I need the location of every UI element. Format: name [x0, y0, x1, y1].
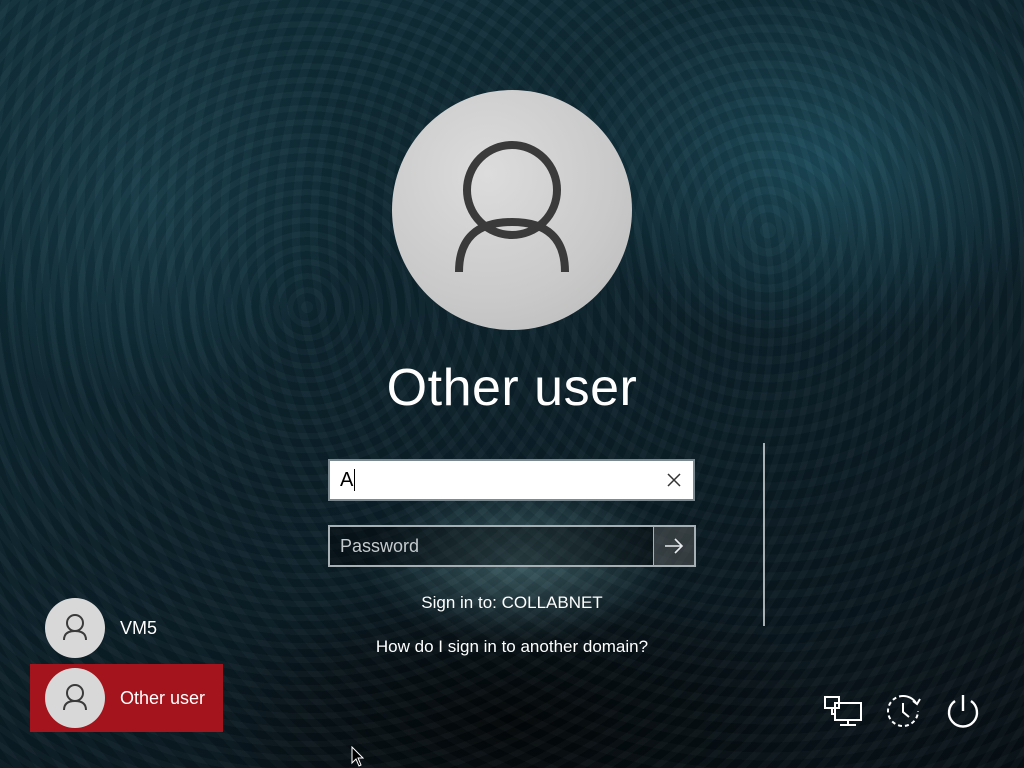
user-avatar-small — [45, 598, 105, 658]
username-field[interactable]: A — [328, 459, 695, 501]
user-silhouette-icon — [63, 684, 87, 711]
network-icon — [824, 696, 862, 726]
user-avatar-large — [392, 90, 632, 330]
lock-screen: Other user A Password Sign in to: COLLAB… — [0, 0, 1024, 768]
arrow-right-icon — [665, 538, 684, 554]
user-silhouette-icon — [455, 141, 569, 273]
password-placeholder[interactable]: Password — [330, 536, 653, 557]
ease-of-access-button[interactable] — [882, 690, 924, 732]
divider — [763, 443, 765, 626]
password-field[interactable]: Password — [328, 525, 696, 567]
power-icon — [947, 695, 979, 728]
text-caret — [354, 469, 356, 492]
user-tile-other-user[interactable]: Other user — [30, 664, 223, 732]
network-button[interactable] — [822, 690, 864, 732]
user-avatar-small — [45, 668, 105, 728]
close-icon — [667, 473, 681, 487]
submit-button[interactable] — [653, 527, 694, 565]
mouse-cursor — [351, 745, 365, 768]
power-button[interactable] — [942, 690, 984, 732]
ease-of-access-icon — [887, 694, 921, 727]
selected-user-name: Other user — [386, 359, 638, 417]
username-value: A — [340, 468, 354, 491]
clear-button[interactable] — [655, 461, 693, 499]
user-tile-vm5[interactable]: VM5 — [30, 594, 223, 662]
user-silhouette-icon — [63, 614, 87, 641]
user-tile-label: Other user — [120, 687, 206, 708]
pointer-icon — [351, 745, 365, 767]
username-value-wrap[interactable]: A — [330, 469, 655, 492]
user-tile-label: VM5 — [120, 617, 158, 638]
